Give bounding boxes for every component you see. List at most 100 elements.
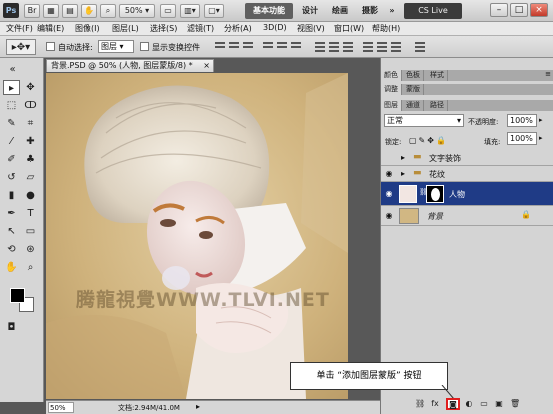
status-zoom-field[interactable]: 50% xyxy=(48,402,74,413)
workspace-photography[interactable]: 摄影 xyxy=(357,3,383,19)
tab-color[interactable]: 颜色 xyxy=(381,70,402,81)
pen-tool-icon[interactable]: ✒ xyxy=(3,206,20,221)
layer-style-icon[interactable]: fx xyxy=(430,399,440,409)
brush-tool-icon[interactable]: ✐ xyxy=(3,152,20,167)
layer-mask-thumbnail[interactable] xyxy=(426,185,444,203)
menu-edit[interactable]: 编辑(E) xyxy=(37,23,64,34)
hand-icon[interactable]: ✋ xyxy=(3,260,20,275)
panel-menu-icon[interactable]: ≡ xyxy=(545,70,551,78)
marquee-tool-icon[interactable]: ⬚ xyxy=(3,98,20,113)
add-layer-mask-button[interactable]: ◙ xyxy=(446,398,460,410)
auto-select-checkbox[interactable] xyxy=(46,42,55,51)
shape-tool-icon[interactable]: ▭ xyxy=(22,224,39,239)
menu-view[interactable]: 视图(V) xyxy=(297,23,325,34)
bridge-button[interactable]: Br xyxy=(24,4,40,18)
document-tab[interactable]: 背景.PSD @ 50% (人物, 图层蒙版/8) * × xyxy=(46,59,214,72)
gradient-tool-icon[interactable]: ▮ xyxy=(3,188,20,203)
align-top-icon[interactable] xyxy=(214,40,226,53)
workspace-design[interactable]: 设计 xyxy=(297,3,323,19)
quick-select-tool-icon[interactable]: ✎ xyxy=(3,116,20,131)
collapse-toolbox-icon[interactable]: « xyxy=(4,62,21,77)
menu-image[interactable]: 图像(I) xyxy=(75,23,100,34)
workspace-painting[interactable]: 绘画 xyxy=(327,3,353,19)
layer-thumbnail[interactable] xyxy=(399,185,417,203)
close-document-icon[interactable]: × xyxy=(203,60,210,72)
minimize-button[interactable]: – xyxy=(490,3,508,17)
visibility-eye-icon[interactable]: ◉ xyxy=(384,211,394,221)
move-tool-preset-icon[interactable]: ▸✥▾ xyxy=(6,39,36,55)
tab-masks[interactable]: 蒙版 xyxy=(403,84,424,95)
healing-brush-icon[interactable]: ✚ xyxy=(22,134,39,149)
screen-mode-icon[interactable]: ▭ xyxy=(160,4,176,18)
group-expand-icon[interactable]: ▸ xyxy=(401,153,405,162)
hand-tool-icon[interactable]: ✋ xyxy=(81,4,97,18)
close-button[interactable]: × xyxy=(530,3,548,17)
tab-channels[interactable]: 通道 xyxy=(403,100,424,111)
layer-row-text-decoration[interactable]: ▸ ▬ 文字装饰 xyxy=(381,150,553,166)
menu-file[interactable]: 文件(F) xyxy=(6,23,33,34)
menu-analysis[interactable]: 分析(A) xyxy=(224,23,252,34)
document-canvas[interactable]: 腾龍視覺WWW.TLVI.NET xyxy=(46,73,348,399)
auto-select-target-select[interactable]: 图层 ▾ xyxy=(98,40,134,53)
eyedropper-tool-icon[interactable]: ⁄ xyxy=(3,134,20,149)
history-brush-icon[interactable]: ↺ xyxy=(3,170,20,185)
visibility-eye-icon[interactable]: ◉ xyxy=(384,189,394,199)
blend-mode-select[interactable]: 正常 ▾ xyxy=(384,114,464,127)
menu-window[interactable]: 窗口(W) xyxy=(334,23,364,34)
layer-row-pattern[interactable]: ◉ ▸ ▬ 花纹 xyxy=(381,166,553,182)
workspace-more[interactable]: » xyxy=(387,3,397,19)
align-hcenter-icon[interactable] xyxy=(276,40,288,53)
menu-select[interactable]: 选择(S) xyxy=(150,23,177,34)
move-tool-icon[interactable]: ▸ xyxy=(3,80,20,95)
foreground-color-swatch[interactable] xyxy=(10,288,25,303)
zoom-icon[interactable]: ⌕ xyxy=(22,260,39,275)
tab-styles[interactable]: 样式 xyxy=(427,70,448,81)
align-bottom-icon[interactable] xyxy=(242,40,254,53)
new-layer-icon[interactable]: ▣ xyxy=(494,399,504,409)
maximize-button[interactable]: □ xyxy=(510,3,528,17)
zoom-level-select[interactable]: 50% ▾ xyxy=(119,4,155,18)
path-select-icon[interactable]: ↖ xyxy=(3,224,20,239)
menu-layer[interactable]: 图层(L) xyxy=(112,23,139,34)
adjustment-layer-icon[interactable]: ◐ xyxy=(464,399,474,409)
minibridge-button[interactable]: ▦ xyxy=(43,4,59,18)
distribute-hcenter-icon[interactable] xyxy=(376,40,388,53)
align-left-icon[interactable] xyxy=(262,40,274,53)
screen-mode-menu-icon[interactable]: ▢▾ xyxy=(204,4,224,18)
fill-slider-icon[interactable]: ▸ xyxy=(539,134,543,142)
cs-live-button[interactable]: CS Live xyxy=(404,3,462,19)
distribute-left-icon[interactable] xyxy=(362,40,374,53)
distribute-bottom-icon[interactable] xyxy=(342,40,354,53)
type-tool-icon[interactable]: T xyxy=(22,206,39,221)
arrange-documents-icon[interactable]: ▥▾ xyxy=(180,4,200,18)
lock-options-icon[interactable]: ▢✎✥🔒 xyxy=(409,136,448,145)
opacity-slider-icon[interactable]: ▸ xyxy=(539,116,543,124)
quick-mask-icon[interactable]: ◘ xyxy=(3,320,20,335)
auto-align-icon[interactable] xyxy=(414,40,426,53)
tab-layers[interactable]: 图层 xyxy=(381,100,402,111)
tab-adjustments[interactable]: 调整 xyxy=(381,84,402,95)
layer-row-person[interactable]: ◉ ⛓ 人物 xyxy=(381,182,553,206)
new-group-icon[interactable]: ▭ xyxy=(479,399,489,409)
clone-stamp-icon[interactable]: ♣ xyxy=(22,152,39,167)
lasso-tool-icon[interactable]: ↀ xyxy=(22,98,39,113)
eraser-tool-icon[interactable]: ▱ xyxy=(22,170,39,185)
align-vcenter-icon[interactable] xyxy=(228,40,240,53)
distribute-top-icon[interactable] xyxy=(314,40,326,53)
visibility-eye-icon[interactable]: ◉ xyxy=(384,169,394,179)
layer-row-background[interactable]: ◉ 背景 🔒 xyxy=(381,206,553,226)
workspace-basic[interactable]: 基本功能 xyxy=(245,3,293,19)
layer-thumbnail[interactable] xyxy=(399,208,419,224)
crop-tool-icon[interactable]: ⌗ xyxy=(22,116,39,131)
align-right-icon[interactable] xyxy=(290,40,302,53)
distribute-right-icon[interactable] xyxy=(390,40,402,53)
3d-rotate-icon[interactable]: ⟲ xyxy=(3,242,20,257)
group-expand-icon[interactable]: ▸ xyxy=(401,169,405,178)
show-transform-checkbox[interactable] xyxy=(140,42,149,51)
menu-help[interactable]: 帮助(H) xyxy=(372,23,400,34)
tab-paths[interactable]: 路径 xyxy=(427,100,448,111)
menu-3d[interactable]: 3D(D) xyxy=(263,23,287,32)
delete-layer-icon[interactable]: 🗑 xyxy=(510,399,520,409)
move-arrow-icon[interactable]: ✥ xyxy=(22,80,39,95)
status-menu-icon[interactable]: ▸ xyxy=(196,402,200,411)
